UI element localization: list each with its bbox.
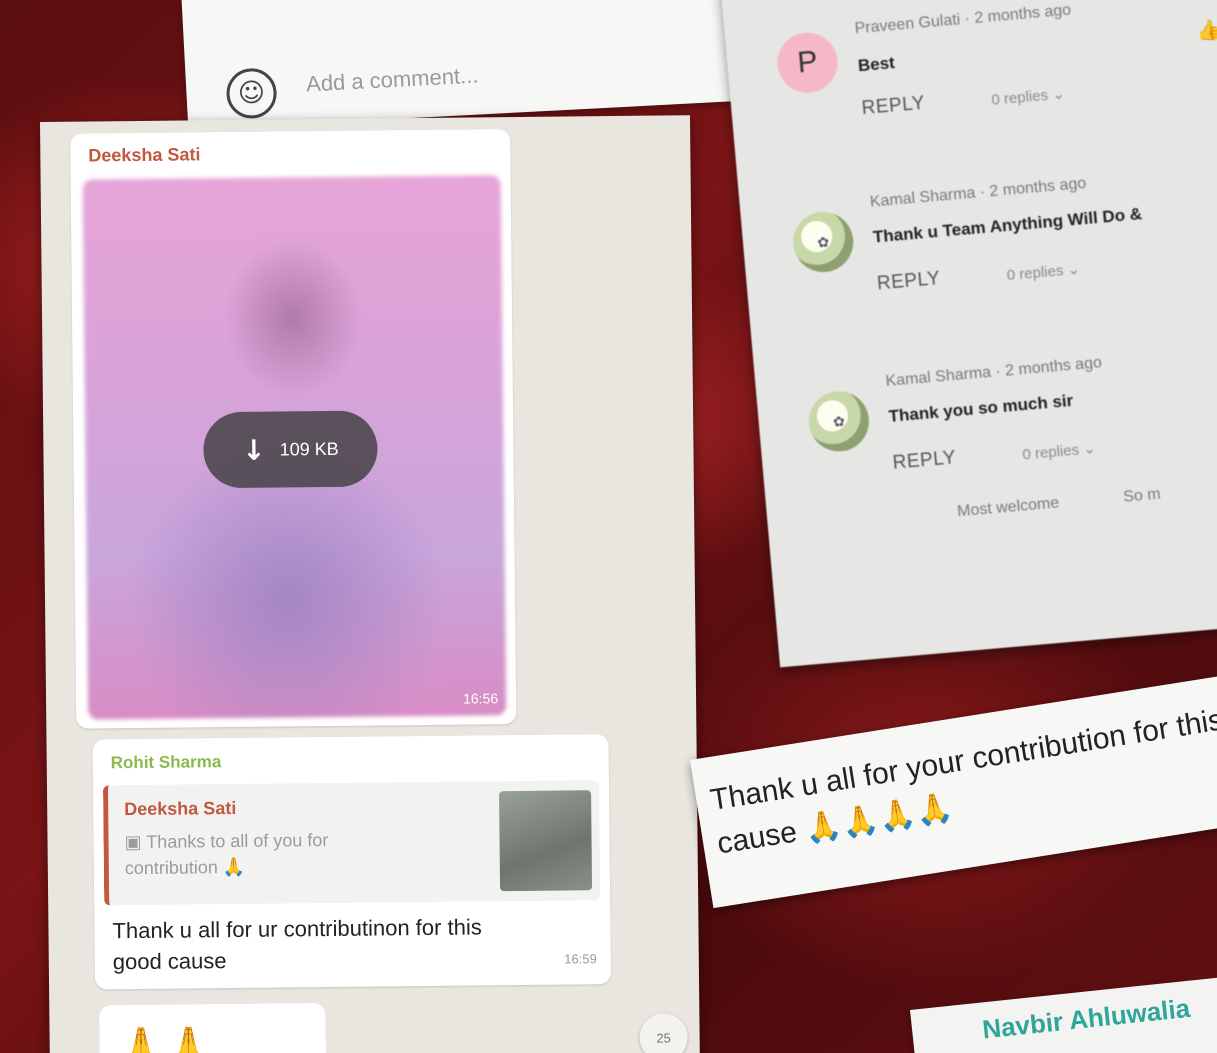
unread-count: 25 [656, 1029, 671, 1046]
praying-hands-emoji: 🙏🙏 [117, 1024, 213, 1053]
avatar: P [775, 30, 841, 96]
comment-item: P Praveen Gulati · 2 months ago Best REP… [723, 0, 1217, 119]
comment-meta: Kamal Sharma · 2 months ago [869, 174, 1087, 211]
chevron-down-icon: ⌄ [1051, 85, 1066, 104]
comment-meta: Kamal Sharma · 2 months ago [884, 354, 1103, 391]
reply-button[interactable]: REPLY [876, 268, 941, 295]
suggested-reply[interactable]: Most welcome [957, 494, 1060, 520]
add-comment-input[interactable]: Add a comment... [305, 63, 479, 98]
avatar: ✿ [790, 209, 856, 275]
download-arrow-icon: ↓ [242, 433, 266, 467]
comment-item: ✿ Kamal Sharma · 2 months ago Thank u Te… [738, 140, 1217, 294]
quoted-thumbnail [499, 790, 593, 892]
scroll-down-button[interactable]: 25 [639, 1013, 688, 1053]
message-sender: Deeksha Sati [88, 144, 201, 166]
comment-meta: Praveen Gulati · 2 months ago [854, 1, 1072, 38]
replies-toggle[interactable]: 0 replies ⌄ [991, 84, 1066, 108]
quoted-text: ▣ Thanks to all of you for contribution … [124, 830, 329, 879]
emoji-message: 🙏🙏 [99, 1003, 327, 1053]
image-message: Deeksha Sati ↓ 109 KB 16:56 [70, 129, 517, 729]
comments-panel: P Praveen Gulati · 2 months ago Best REP… [720, 0, 1217, 668]
download-button[interactable]: ↓ 109 KB [203, 410, 378, 489]
image-icon: ▣ [124, 831, 142, 853]
comment-composer: ☺ Add a comment... [180, 0, 748, 130]
message-time: 16:56 [462, 690, 499, 707]
contact-name: Navbir Ahluwalia [980, 992, 1192, 1045]
suggested-reply[interactable]: So m [1123, 486, 1162, 506]
caption-text: Thank u all for your contribution for th… [708, 692, 1217, 861]
download-size: 109 KB [279, 438, 339, 460]
chat-panel: Deeksha Sati ↓ 109 KB 16:56 Rohit Sharma… [40, 115, 701, 1053]
thumbs-up-icon[interactable]: 👍 [1195, 17, 1217, 44]
comment-text: Best [857, 53, 896, 76]
reply-button[interactable]: REPLY [892, 447, 957, 474]
avatar: ✿ [806, 388, 872, 454]
chevron-down-icon: ⌄ [1082, 440, 1097, 459]
message-text: Thank u all for ur contributinon for thi… [112, 914, 482, 975]
message-sender: Rohit Sharma [110, 752, 222, 773]
comment-item: ✿ Kamal Sharma · 2 months ago Thank you … [754, 320, 1217, 520]
quoted-sender: Deeksha Sati [124, 797, 237, 820]
name-card: Navbir Ahluwalia [910, 974, 1217, 1053]
comment-text: Thank u Team Anything Will Do & [872, 204, 1143, 247]
caption-strip: Thank u all for your contribution for th… [690, 663, 1217, 909]
reply-message: Rohit Sharma Deeksha Sati ▣ Thanks to al… [92, 734, 612, 990]
suggested-replies: Most welcome So m [957, 480, 1217, 521]
quoted-message[interactable]: Deeksha Sati ▣ Thanks to all of you for … [102, 780, 601, 906]
smiley-face-icon[interactable]: ☺ [225, 67, 278, 120]
chevron-down-icon: ⌄ [1066, 260, 1081, 279]
replies-toggle[interactable]: 0 replies ⌄ [1022, 439, 1097, 463]
comment-text: Thank you so much sir [887, 390, 1074, 426]
message-time: 16:59 [564, 951, 597, 967]
reply-button[interactable]: REPLY [861, 93, 926, 120]
replies-toggle[interactable]: 0 replies ⌄ [1006, 260, 1081, 284]
